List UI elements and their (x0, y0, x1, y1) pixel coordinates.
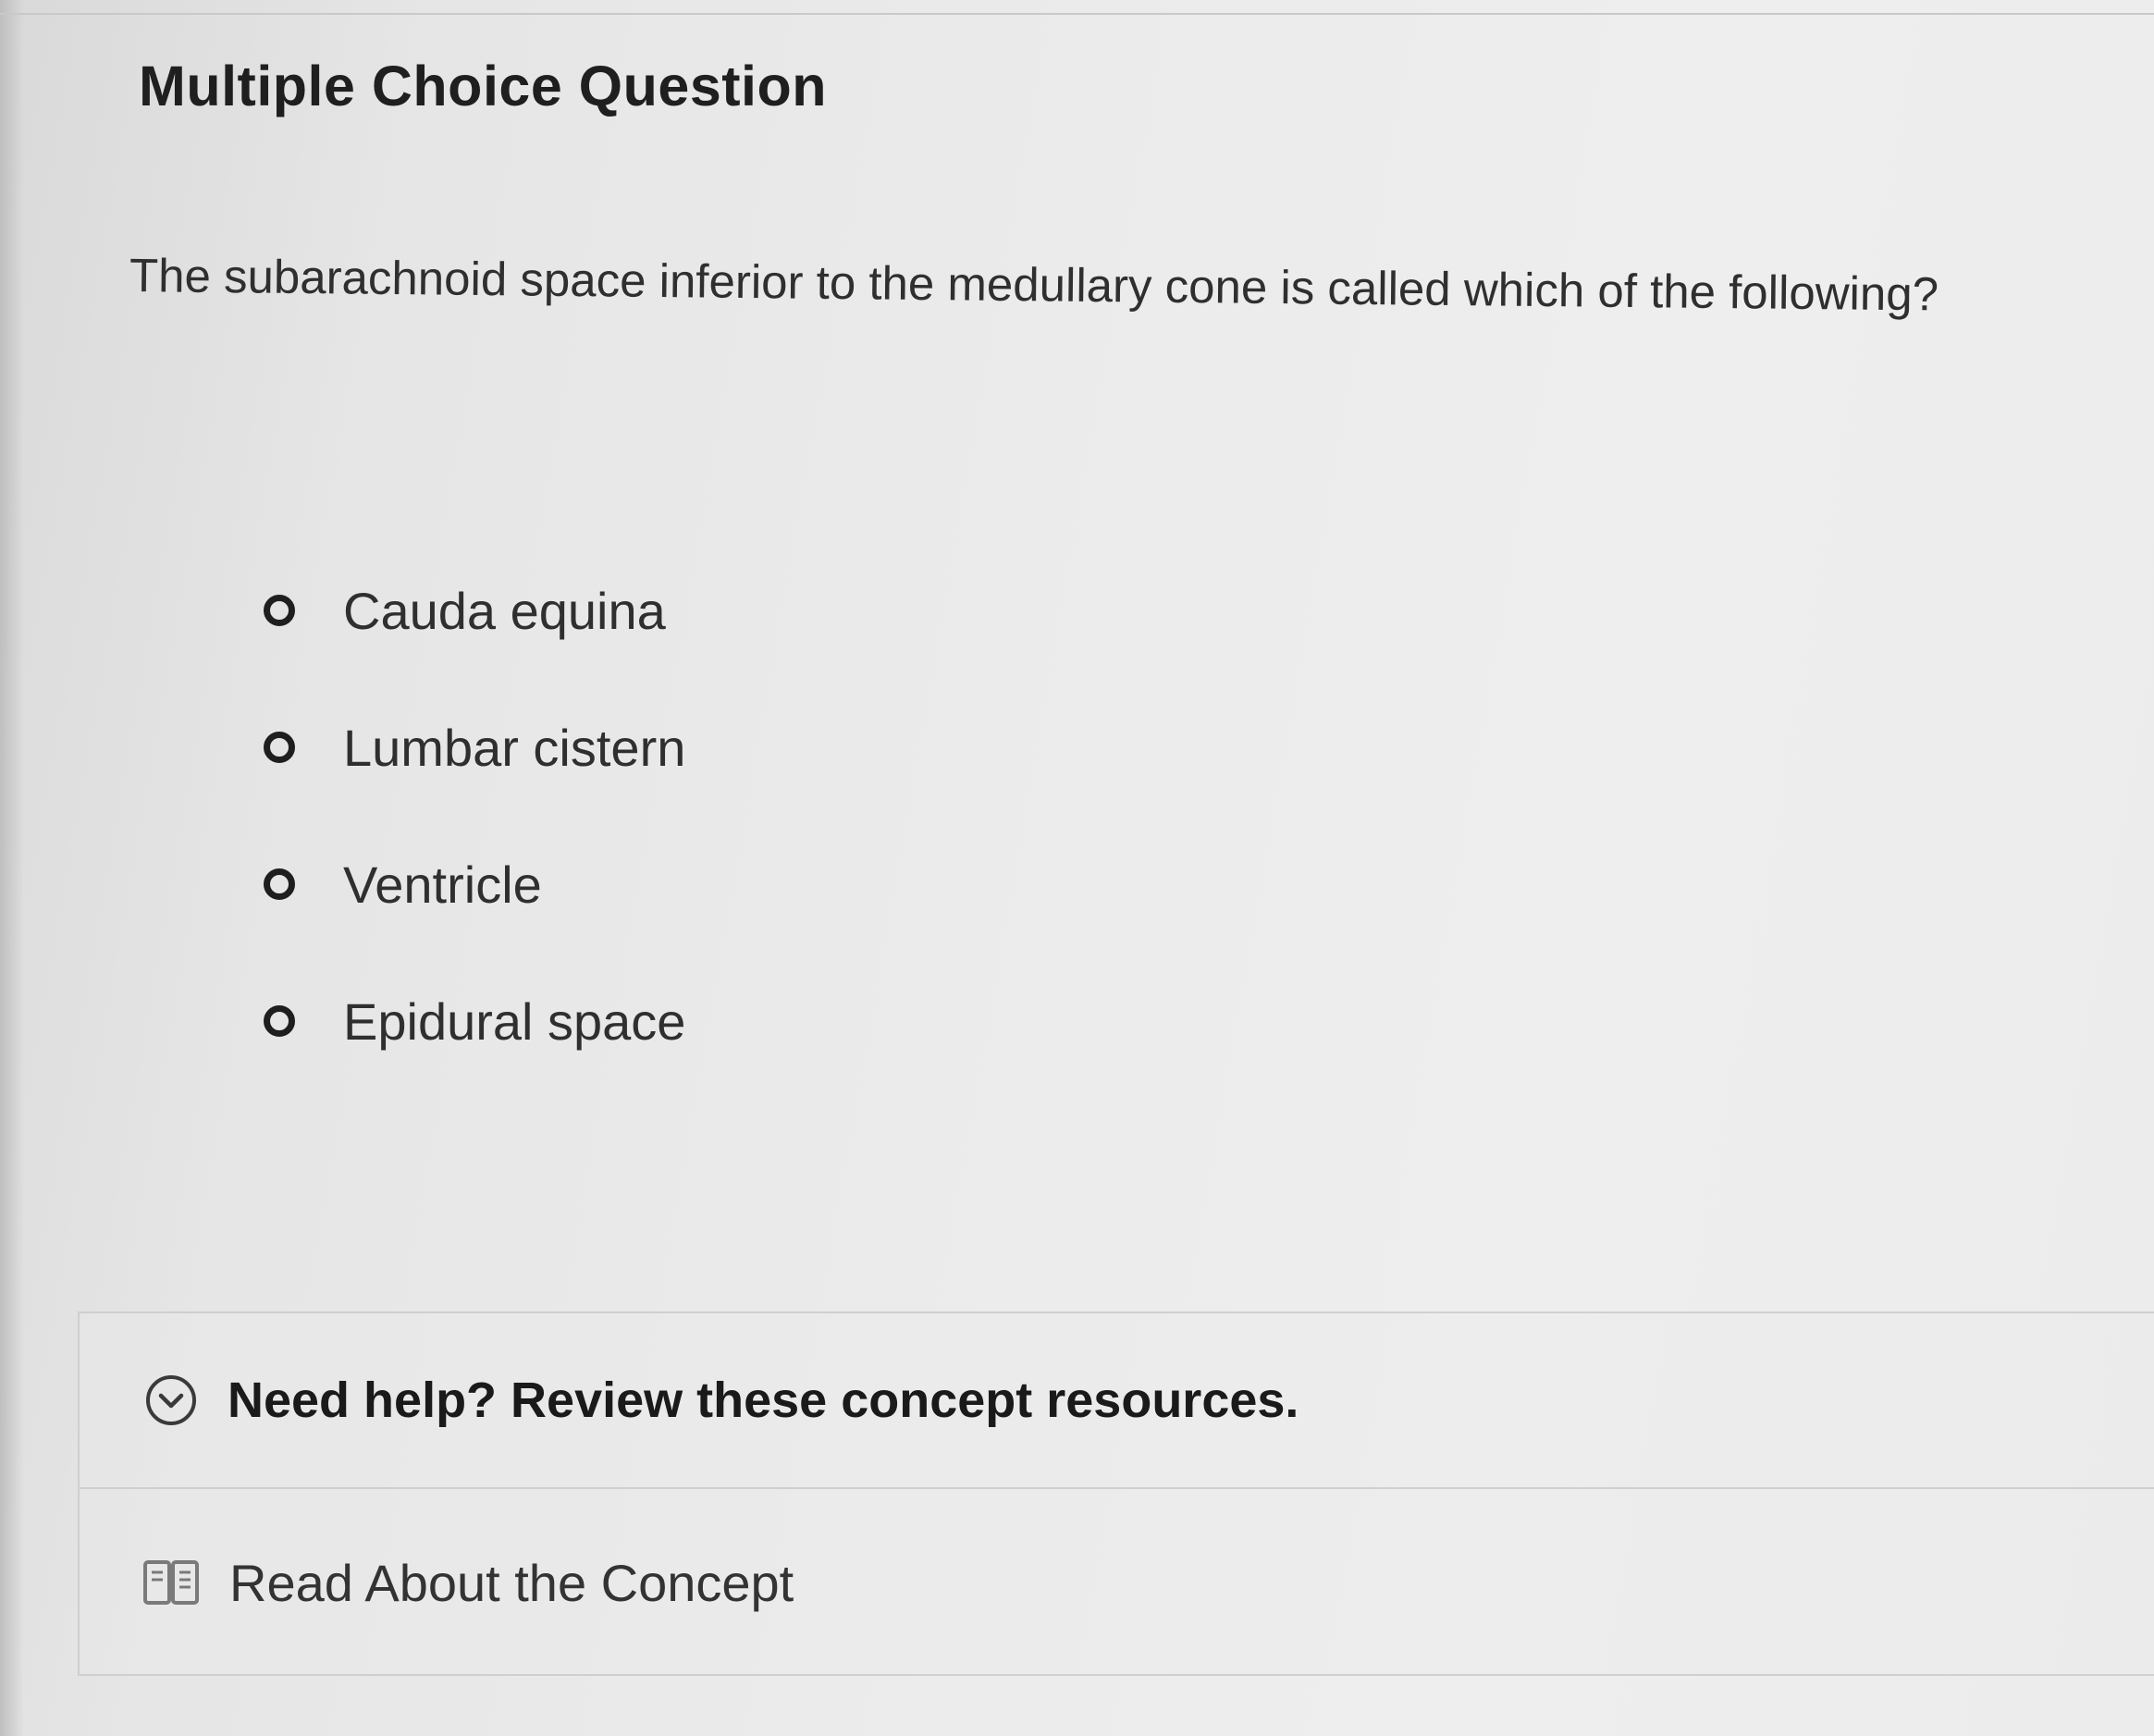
option-ventricle[interactable]: Ventricle (264, 847, 685, 921)
option-label: Lumbar cistern (343, 718, 686, 777)
radio-button[interactable] (264, 595, 295, 626)
option-epidural-space[interactable]: Epidural space (264, 984, 685, 1058)
option-cauda-equina[interactable]: Cauda equina (264, 573, 685, 647)
option-label: Ventricle (343, 855, 542, 914)
option-label: Epidural space (343, 991, 686, 1051)
radio-button[interactable] (264, 1005, 295, 1037)
option-lumbar-cistern[interactable]: Lumbar cistern (264, 710, 685, 784)
option-label: Cauda equina (343, 581, 666, 640)
radio-button[interactable] (264, 868, 295, 900)
radio-button[interactable] (264, 732, 295, 763)
page-edge-shadow (0, 0, 24, 1736)
question-prompt: The subarachnoid space inferior to the m… (129, 249, 1939, 321)
concept-resources-toggle[interactable]: Need help? Review these concept resource… (80, 1313, 2154, 1489)
question-type-heading: Multiple Choice Question (139, 55, 828, 117)
read-about-concept-link[interactable]: Read About the Concept (80, 1489, 2154, 1676)
top-divider (0, 13, 2154, 15)
book-icon (143, 1560, 199, 1605)
resource-label: Read About the Concept (229, 1553, 794, 1612)
concept-resources-title: Need help? Review these concept resource… (228, 1373, 1299, 1428)
chevron-down-circle-icon (146, 1375, 196, 1425)
answer-options: Cauda equina Lumbar cistern Ventricle Ep… (264, 573, 685, 1121)
concept-resources-panel: Need help? Review these concept resource… (78, 1311, 2154, 1676)
